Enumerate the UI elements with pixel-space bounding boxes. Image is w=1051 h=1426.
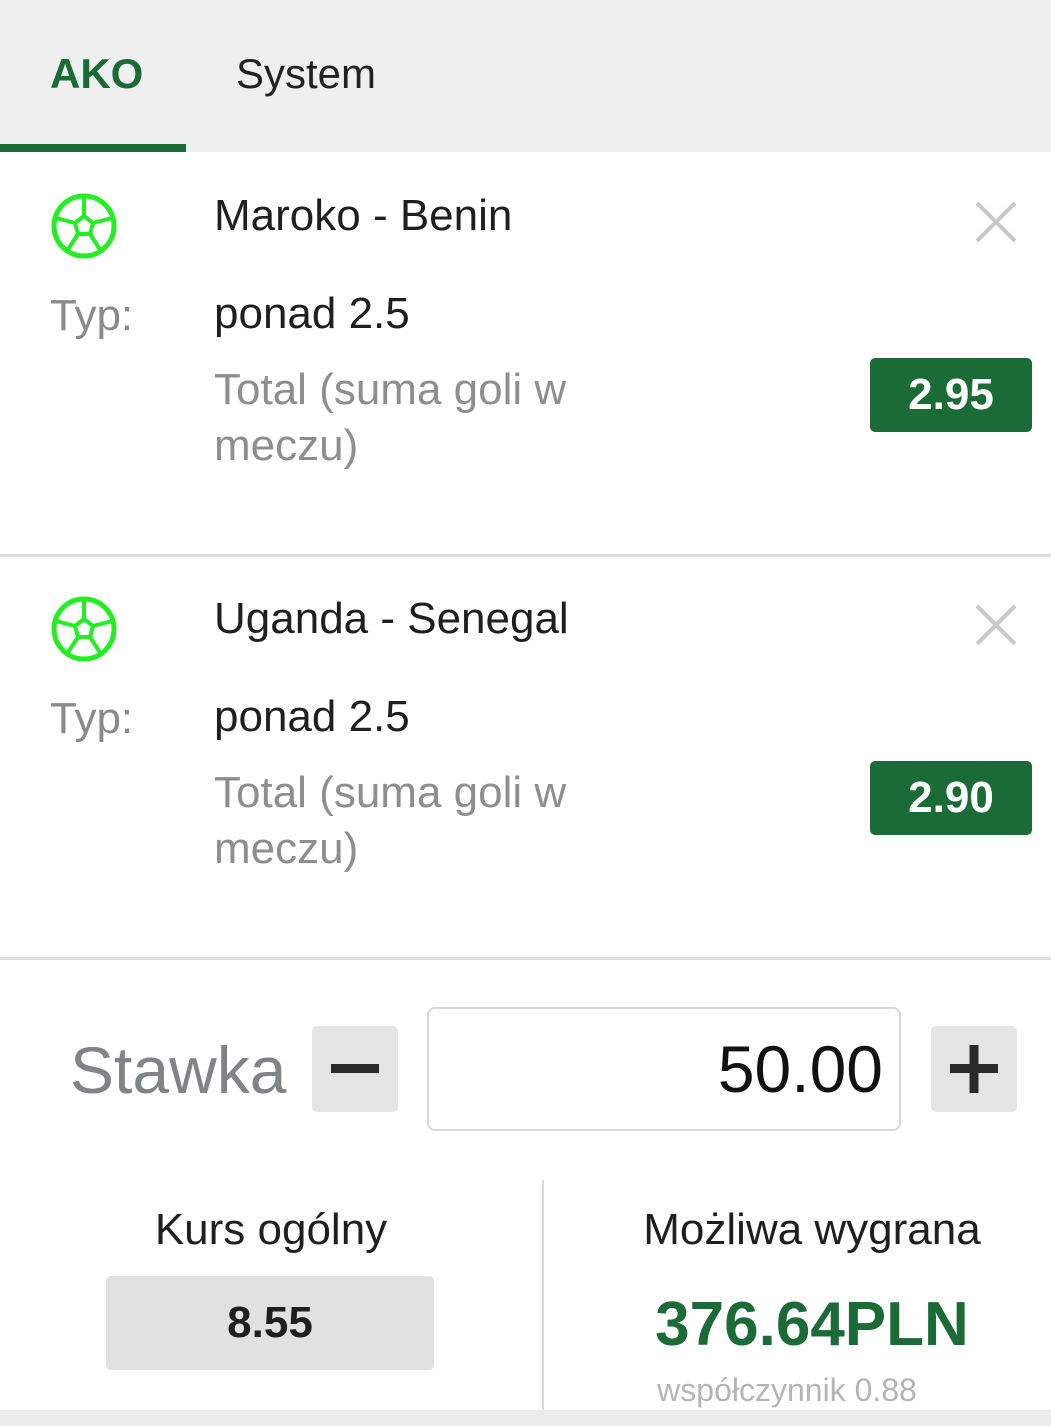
possible-win-amount: 376.64PLN <box>655 1290 969 1359</box>
odds-badge[interactable]: 2.90 <box>870 761 1032 835</box>
increase-stake-button[interactable] <box>931 1026 1017 1112</box>
total-odds-label: Kurs ogólny <box>154 1205 388 1254</box>
soccer-ball-icon <box>51 596 117 662</box>
stake-input[interactable] <box>427 1007 901 1131</box>
match-name: Uganda - Senegal <box>214 594 569 643</box>
type-label: Typ: <box>50 291 134 340</box>
tab-system[interactable]: System <box>236 50 376 98</box>
market-description: Total (suma goli w meczu) <box>214 365 567 470</box>
stake-label: Stawka <box>70 1033 287 1107</box>
market-description: Total (suma goli w meczu) <box>214 768 567 873</box>
selection-value: ponad 2.5 <box>214 289 410 338</box>
bet-item: Uganda - Senegal Typ: ponad 2.5 Total (s… <box>0 555 1051 960</box>
close-icon[interactable] <box>974 603 1018 647</box>
selection-value: ponad 2.5 <box>214 692 410 741</box>
match-name: Maroko - Benin <box>214 191 513 240</box>
soccer-ball-icon <box>51 193 117 259</box>
tab-ako[interactable]: AKO <box>50 50 143 98</box>
plus-icon <box>950 1045 998 1093</box>
bottom-bar <box>0 1410 1051 1426</box>
decrease-stake-button[interactable] <box>312 1026 398 1112</box>
active-tab-indicator <box>0 144 186 152</box>
type-label: Typ: <box>50 694 134 743</box>
close-icon[interactable] <box>974 200 1018 244</box>
minus-icon <box>331 1064 379 1073</box>
bet-item: Maroko - Benin Typ: ponad 2.5 Total (sum… <box>0 152 1051 557</box>
bet-type-tabs: AKO System <box>0 0 1051 152</box>
total-odds-value: 8.55 <box>106 1276 434 1370</box>
odds-badge[interactable]: 2.95 <box>870 358 1032 432</box>
tax-coefficient: współczynnik 0.88 <box>657 1372 917 1408</box>
possible-win-label: Możliwa wygrana <box>643 1205 981 1254</box>
summary-divider <box>542 1180 544 1410</box>
